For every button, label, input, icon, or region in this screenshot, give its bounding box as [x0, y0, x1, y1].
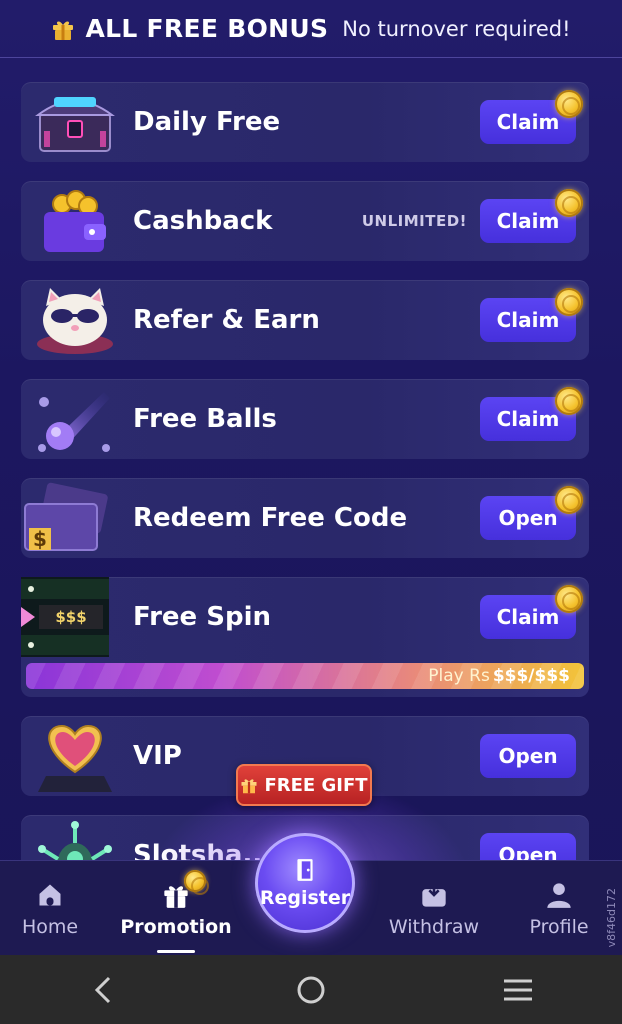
version-label: v8f46d172 [605, 888, 618, 948]
coin-icon [555, 387, 583, 415]
slot-reel-icon: $$$ [21, 577, 121, 657]
redeem-code-card[interactable]: $ Redeem Free Code Open [21, 478, 589, 558]
android-nav-bar [0, 955, 622, 1024]
card-label: Cashback [133, 206, 273, 236]
gift-icon [53, 21, 74, 40]
door-icon [297, 859, 313, 881]
menu-icon[interactable] [488, 960, 548, 1020]
coin-icon [184, 869, 209, 895]
reel-text: $$$ [55, 608, 87, 626]
gift-icon [160, 869, 209, 910]
coin-icon [555, 90, 583, 118]
free-gift-button[interactable]: FREE GIFT [236, 764, 372, 806]
progress-prefix: Play Rs [428, 666, 490, 686]
heart-badge-icon [29, 720, 121, 792]
coin-icon [555, 585, 583, 613]
card-label: Refer & Earn [133, 305, 320, 335]
nav-label: Promotion [120, 915, 232, 938]
nav-profile[interactable]: Profile [504, 861, 614, 955]
daily-free-card[interactable]: Daily Free Claim [21, 82, 589, 162]
nav-label: Withdraw [388, 915, 480, 938]
unlimited-badge: UNLIMITED! [361, 212, 467, 230]
promotion-page: ALL FREE BONUS No turnover required! Dai… [0, 0, 622, 955]
wallet-withdraw-icon [418, 880, 450, 910]
back-icon[interactable] [74, 960, 134, 1020]
register-label: Register [259, 887, 351, 909]
free-spin-progress-bar: Play Rs $$$/$$$ [26, 663, 584, 689]
nav-withdraw[interactable]: Withdraw [379, 861, 489, 955]
free-balls-card[interactable]: Free Balls Claim [21, 379, 589, 459]
coin-icon [555, 288, 583, 316]
progress-value: $$$/$$$ [492, 666, 570, 686]
coin-icon [555, 486, 583, 514]
card-label: VIP [133, 741, 182, 771]
card-label: Redeem Free Code [133, 503, 408, 533]
header-subtitle: No turnover required! [342, 16, 571, 41]
nav-promotion[interactable]: Promotion [120, 861, 232, 955]
home-circle-icon[interactable] [281, 960, 341, 1020]
refer-earn-card[interactable]: Refer & Earn Claim [21, 280, 589, 360]
cashback-card[interactable]: Cashback UNLIMITED! Claim [21, 181, 589, 261]
bonus-header: ALL FREE BONUS No turnover required! [0, 0, 622, 58]
header-title: ALL FREE BONUS [85, 14, 329, 43]
nav-home[interactable]: Home [0, 861, 105, 955]
card-label: Free Spin [133, 602, 271, 632]
nav-label: Profile [529, 915, 589, 938]
coin-icon [555, 189, 583, 217]
gift-icon [241, 779, 257, 794]
treasure-chest-icon [29, 86, 121, 158]
free-spin-card[interactable]: $$$ Free Spin Claim Play Rs $$$/$$$ [21, 577, 589, 697]
card-label: Free Balls [133, 404, 277, 434]
free-gift-label: FREE GIFT [264, 774, 368, 796]
register-button[interactable]: Register [255, 833, 355, 933]
wallet-coins-icon [29, 185, 121, 257]
svg-text:$: $ [33, 527, 47, 551]
nav-label: Home [21, 915, 79, 938]
comet-ball-icon [29, 383, 121, 455]
home-icon [34, 880, 66, 910]
progress-label: Play Rs $$$/$$$ [428, 663, 570, 689]
vip-open-button[interactable]: Open [480, 734, 576, 778]
cat-mascot-icon [29, 284, 121, 356]
profile-icon [543, 880, 575, 910]
ticket-dollar-icon: $ [21, 482, 113, 554]
card-label: Daily Free [133, 107, 281, 137]
